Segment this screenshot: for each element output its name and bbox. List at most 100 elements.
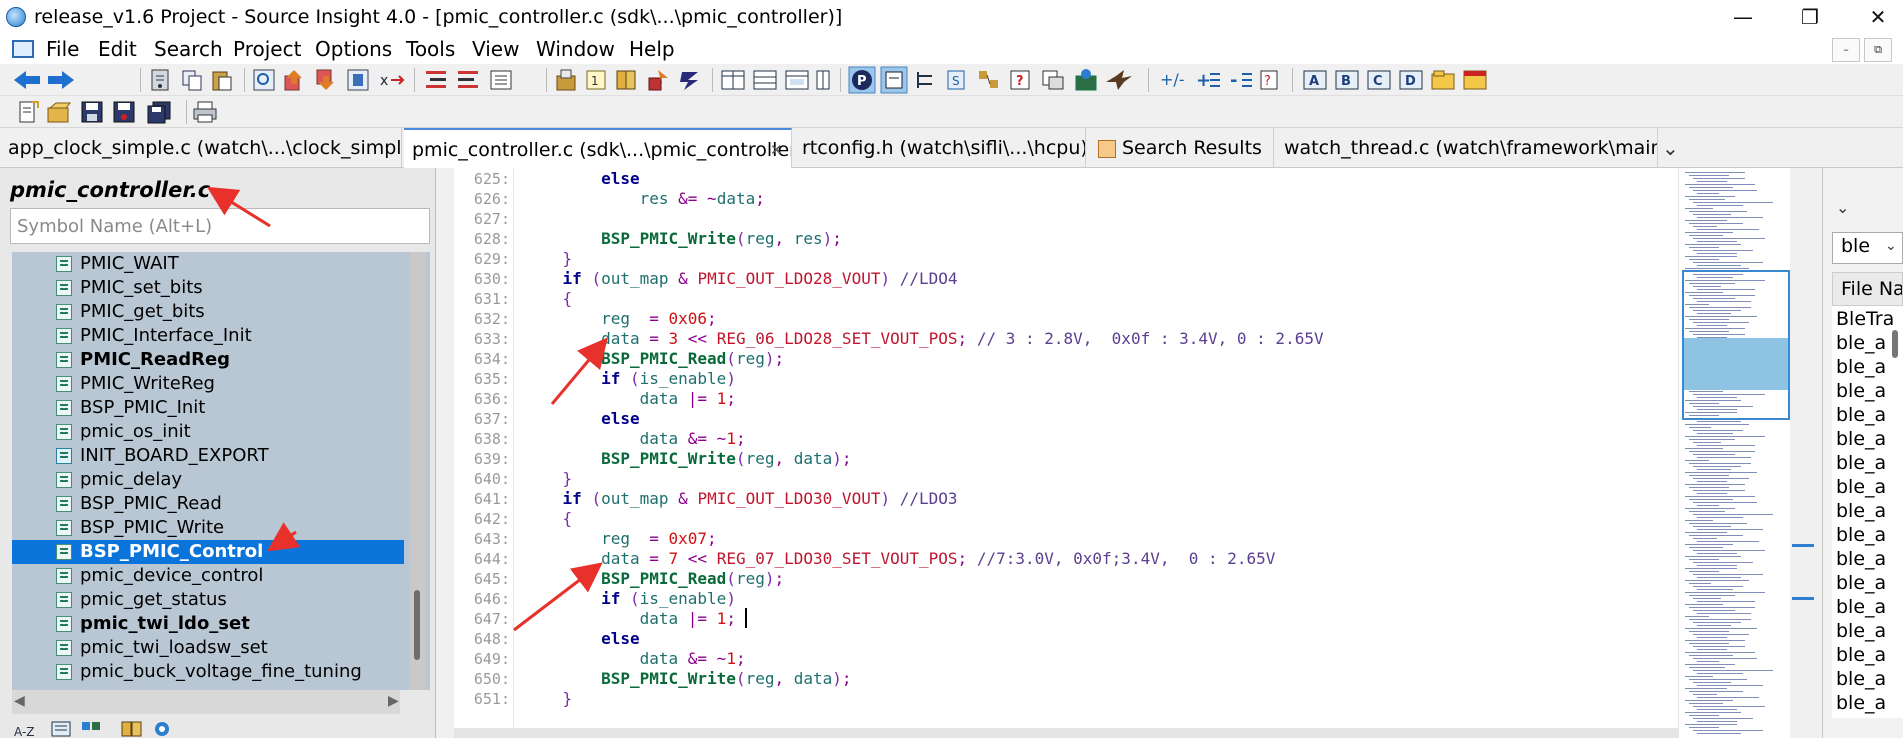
bird-icon[interactable] [1104, 68, 1134, 92]
symbol-item[interactable]: BSP_PMIC_Read [12, 492, 404, 516]
save-all-icon[interactable] [146, 100, 172, 124]
project-icon[interactable]: P [848, 66, 876, 94]
code-line[interactable]: BSP_PMIC_Write(reg, res); [524, 229, 842, 248]
scroll-right-icon[interactable]: ▶ [388, 693, 399, 709]
symbol-item[interactable]: PMIC_ReadReg [12, 348, 404, 372]
file-list-item[interactable]: ble_a [1836, 572, 1886, 594]
file-list-item[interactable]: BleTra [1836, 308, 1894, 330]
tab-rtconfig[interactable]: rtconfig.h (watch\sifli\...\hcpu) [794, 128, 1086, 168]
code-line[interactable]: BSP_PMIC_Write(reg, data); [524, 449, 852, 468]
tab-overflow-chevron-icon[interactable]: ⌄ [1662, 130, 1679, 166]
file-name-column-header[interactable]: File Name [1832, 272, 1903, 306]
expand-icon[interactable]: + [1194, 68, 1222, 92]
code-line[interactable]: else [524, 409, 640, 428]
symbol-item[interactable]: BSP_PMIC_Init [12, 396, 404, 420]
menu-options[interactable]: Options [315, 37, 392, 61]
call-graph-icon[interactable] [976, 68, 1002, 92]
font-a-icon[interactable]: A [1302, 68, 1328, 92]
close-tab-icon[interactable]: ✕ [770, 130, 783, 168]
code-line[interactable]: BSP_PMIC_Read(reg); [524, 349, 784, 368]
menu-window[interactable]: Window [536, 37, 615, 61]
file-list-item[interactable]: ble_a [1836, 428, 1886, 450]
help-doc-icon[interactable]: ? [1008, 68, 1034, 92]
symbol-item[interactable]: pmic_device_control [12, 564, 404, 588]
menu-tools[interactable]: Tools [406, 37, 455, 61]
open-folder-icon[interactable] [46, 100, 72, 124]
close-button[interactable]: ✕ [1848, 0, 1903, 34]
file-list-item[interactable]: ble_a [1836, 644, 1886, 666]
code-line[interactable]: { [524, 289, 573, 308]
code-line[interactable]: } [524, 249, 573, 268]
code-line[interactable]: if (out_map & PMIC_OUT_LDO28_VOUT) //LDO… [524, 269, 958, 288]
font-b-icon[interactable]: B [1334, 68, 1360, 92]
save-as-icon[interactable] [112, 100, 136, 124]
symbol-item[interactable]: PMIC_WriteReg [12, 372, 404, 396]
code-line[interactable]: data = 7 << REG_07_LDO30_SET_VOUT_POS; /… [524, 549, 1275, 568]
code-line[interactable]: if (is_enable) [524, 589, 736, 608]
clip-window-icon[interactable] [1040, 68, 1066, 92]
code-line[interactable]: data &= ~1; [524, 429, 746, 448]
bracket-icon[interactable]: ? [1258, 68, 1280, 92]
minimize-button[interactable]: — [1713, 0, 1773, 34]
restore-button[interactable]: ❐ [1780, 0, 1840, 34]
symbol-window-icon[interactable] [554, 68, 580, 92]
copy-icon[interactable] [180, 68, 204, 92]
symbol-list-scroll-thumb[interactable] [414, 590, 420, 660]
new-note-icon[interactable]: 1 [584, 68, 610, 92]
scroll-left-icon[interactable]: ◀ [14, 693, 25, 709]
minimap-scroll-marker[interactable] [1792, 544, 1814, 600]
font-c-icon[interactable]: C [1366, 68, 1392, 92]
indent-left-icon[interactable] [424, 68, 450, 92]
symbol-item[interactable]: PMIC_Interface_Init [12, 324, 404, 348]
forward-arrow-icon[interactable] [46, 69, 76, 91]
symbol-search-input[interactable] [10, 208, 430, 244]
window-color-icon[interactable] [1462, 68, 1488, 92]
panel-icon[interactable] [814, 68, 834, 92]
file-list-item[interactable]: ble_a [1836, 452, 1886, 474]
file-list-item[interactable]: ble_a [1836, 500, 1886, 522]
sort-alpha-icon[interactable]: A-Z [14, 722, 38, 738]
file-list-item[interactable]: ble_a [1836, 548, 1886, 570]
code-line[interactable]: reg = 0x06; [524, 309, 717, 328]
stack-window-icon[interactable] [752, 68, 778, 92]
code-line[interactable]: if (out_map & PMIC_OUT_LDO30_VOUT) //LDO… [524, 489, 958, 508]
tile-window-icon[interactable] [720, 68, 746, 92]
symbol-item[interactable]: pmic_delay [12, 468, 404, 492]
code-line[interactable]: if (is_enable) [524, 369, 736, 388]
symbol-item[interactable]: PMIC_WAIT [12, 252, 404, 276]
bookmark-icon[interactable] [346, 68, 370, 92]
indent-right-icon[interactable] [456, 68, 482, 92]
folder-icon[interactable] [1430, 68, 1456, 92]
book-view-icon[interactable] [120, 720, 144, 738]
script-icon[interactable]: S [944, 68, 970, 92]
file-list-item[interactable]: ble_a [1836, 380, 1886, 402]
jump-down-icon[interactable] [314, 68, 338, 92]
tab-watch-thread[interactable]: watch_thread.c (watch\framework\main) [1276, 128, 1658, 168]
tab-pmic-controller[interactable]: pmic_controller.c (sdk\...\pmic_controll… [404, 128, 792, 168]
menu-help[interactable]: Help [629, 37, 675, 61]
code-line[interactable]: BSP_PMIC_Write(reg, data); [524, 669, 852, 688]
code-line[interactable]: data |= 1; [524, 609, 736, 628]
code-line[interactable]: else [524, 629, 640, 648]
font-d-icon[interactable]: D [1398, 68, 1424, 92]
file-list-item[interactable]: ble_a [1836, 404, 1886, 426]
symbol-item[interactable]: pmic_buck_voltage_fine_tuning [12, 660, 404, 684]
chevron-down-icon[interactable]: ⌄ [1836, 198, 1849, 217]
menu-search[interactable]: Search [154, 37, 223, 61]
file-list-scroll-thumb[interactable] [1892, 330, 1898, 358]
file-list-item[interactable]: ble_a [1836, 476, 1886, 498]
category-view-icon[interactable] [80, 720, 104, 738]
context-window-icon[interactable] [880, 66, 908, 94]
code-line[interactable]: reg = 0x07; [524, 529, 717, 548]
symbol-list-hscrollbar[interactable] [12, 690, 400, 714]
menu-project[interactable]: Project [233, 37, 301, 61]
file-list-item[interactable]: ble_a [1836, 620, 1886, 642]
lightning-icon[interactable] [678, 68, 704, 92]
code-line[interactable]: } [524, 469, 573, 488]
symbol-tree-icon[interactable] [912, 68, 938, 92]
comment-icon[interactable] [488, 68, 514, 92]
code-line[interactable]: data &= ~1; [524, 649, 746, 668]
code-line[interactable]: data = 3 << REG_06_LDO28_SET_VOUT_POS; /… [524, 329, 1324, 348]
code-line[interactable]: res &= ~data; [524, 189, 765, 208]
package-icon[interactable] [1072, 68, 1100, 92]
